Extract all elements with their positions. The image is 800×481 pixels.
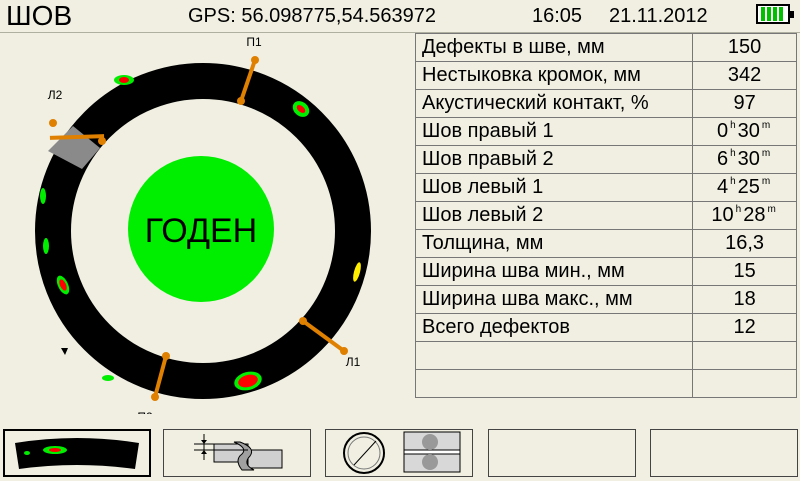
param-value	[692, 369, 797, 398]
toolbar-button-empty[interactable]	[488, 429, 636, 477]
battery-cell	[779, 7, 783, 21]
param-label: Дефекты в шве, мм	[414, 33, 694, 62]
param-row: Ширина шва мин., мм 15	[414, 257, 797, 286]
marker-dot	[251, 56, 259, 64]
hours-value: 4	[716, 176, 729, 198]
edge-misalignment-icon	[194, 434, 283, 471]
marker-dot	[340, 347, 348, 355]
param-label: Нестыковка кромок, мм	[414, 61, 694, 90]
clock-date: 21.11.2012	[609, 5, 708, 27]
minutes-value: 28	[743, 204, 766, 226]
param-value	[692, 341, 797, 370]
hours-value: 6	[716, 148, 729, 170]
param-value: 15	[692, 257, 797, 286]
battery-icon	[756, 4, 794, 24]
param-value: 342	[692, 61, 797, 90]
page-title: ШОВ	[6, 0, 73, 31]
param-label: Ширина шва макс., мм	[414, 285, 694, 314]
battery-cell	[761, 7, 765, 21]
param-row	[414, 369, 797, 398]
marker-dot	[151, 393, 159, 401]
param-row: Ширина шва макс., мм 18	[414, 285, 797, 314]
minutes-unit: m	[761, 120, 771, 131]
marker-l2-label: Л2	[48, 88, 63, 102]
param-label: Всего дефектов	[414, 313, 694, 342]
minutes-unit: m	[761, 148, 771, 159]
param-row: Толщина, мм 16,3	[414, 229, 797, 258]
marker-dot	[299, 317, 307, 325]
param-label: Шов левый 2	[414, 201, 694, 230]
minutes-unit: m	[767, 204, 776, 215]
marker-p1-label: П1	[246, 35, 262, 49]
pipe-scan-button[interactable]	[325, 429, 473, 477]
hours-unit: h	[735, 204, 742, 215]
toolbar-button-empty[interactable]	[650, 429, 798, 477]
param-value: 10 h 28 m	[692, 201, 797, 230]
pipe-scan-icon	[343, 431, 461, 474]
param-label: Толщина, мм	[414, 229, 694, 258]
minutes-value: 25	[737, 176, 760, 198]
weld-segment-button[interactable]	[3, 429, 151, 477]
param-row: Акустический контакт, % 97	[414, 89, 797, 118]
marker-l1-label: Л1	[346, 355, 361, 369]
param-label: Шов правый 2	[414, 145, 694, 174]
defect-mark	[40, 188, 46, 204]
param-row: Всего дефектов 12	[414, 313, 797, 342]
battery-cell	[773, 7, 777, 21]
param-value: 97	[692, 89, 797, 118]
param-label: Ширина шва мин., мм	[414, 257, 694, 286]
param-row: Шов левый 1 4 h 25 m	[414, 173, 797, 202]
scan-pointer-icon	[61, 348, 68, 355]
minutes-unit: m	[761, 176, 771, 187]
status-text: ГОДЕН	[145, 212, 257, 250]
edge-misalignment-button[interactable]	[163, 429, 311, 477]
param-label: Шов правый 1	[414, 117, 694, 146]
param-label: Акустический контакт, %	[414, 89, 694, 118]
param-row: Нестыковка кромок, мм 342	[414, 61, 797, 90]
param-value: 12	[692, 313, 797, 342]
weld-ring-view[interactable]: П1 Л2 Л1 П2 ГОДЕН	[20, 34, 400, 414]
marker-p2-label: П2	[137, 410, 153, 414]
minutes-value: 30	[737, 148, 760, 170]
marker-dot	[162, 352, 170, 360]
param-value: 6 h 30 m	[692, 145, 797, 174]
weld-parameters-table: Дефекты в шве, мм 150 Нестыковка кромок, м…	[414, 33, 797, 398]
param-value: 0 h 30 m	[692, 117, 797, 146]
hours-unit: h	[730, 176, 736, 187]
clock-time: 16:05	[532, 5, 583, 27]
param-value: 150	[692, 33, 797, 62]
hours-value: 10	[711, 204, 734, 226]
defect-mark	[119, 77, 129, 83]
param-label: Шов левый 1	[414, 173, 694, 202]
hours-unit: h	[730, 120, 736, 131]
param-row: Дефекты в шве, мм 150	[414, 33, 797, 62]
param-row	[414, 341, 797, 370]
param-row: Шов левый 2 10 h 28 m	[414, 201, 797, 230]
gps-coordinates: GPS: 56.098775,54.563972	[188, 5, 436, 27]
hours-unit: h	[730, 148, 736, 159]
param-value: 18	[692, 285, 797, 314]
marker-dot	[237, 97, 245, 105]
param-row: Шов правый 1 0 h 30 m	[414, 117, 797, 146]
param-value: 16,3	[692, 229, 797, 258]
battery-cell	[767, 7, 771, 21]
bottom-toolbar	[0, 428, 800, 480]
marker-dot	[49, 119, 57, 127]
param-value: 4 h 25 m	[692, 173, 797, 202]
param-row: Шов правый 2 6 h 30 m	[414, 145, 797, 174]
defect-mark	[43, 238, 49, 254]
param-label	[414, 341, 694, 370]
defect-mark	[102, 375, 114, 381]
status-bar: ШОВ GPS: 56.098775,54.563972 16:05 21.11…	[0, 0, 800, 32]
hours-value: 0	[716, 120, 729, 142]
param-label	[414, 369, 694, 398]
minutes-value: 30	[737, 120, 760, 142]
marker-dot	[98, 137, 106, 145]
weld-segment-icon	[15, 438, 139, 469]
